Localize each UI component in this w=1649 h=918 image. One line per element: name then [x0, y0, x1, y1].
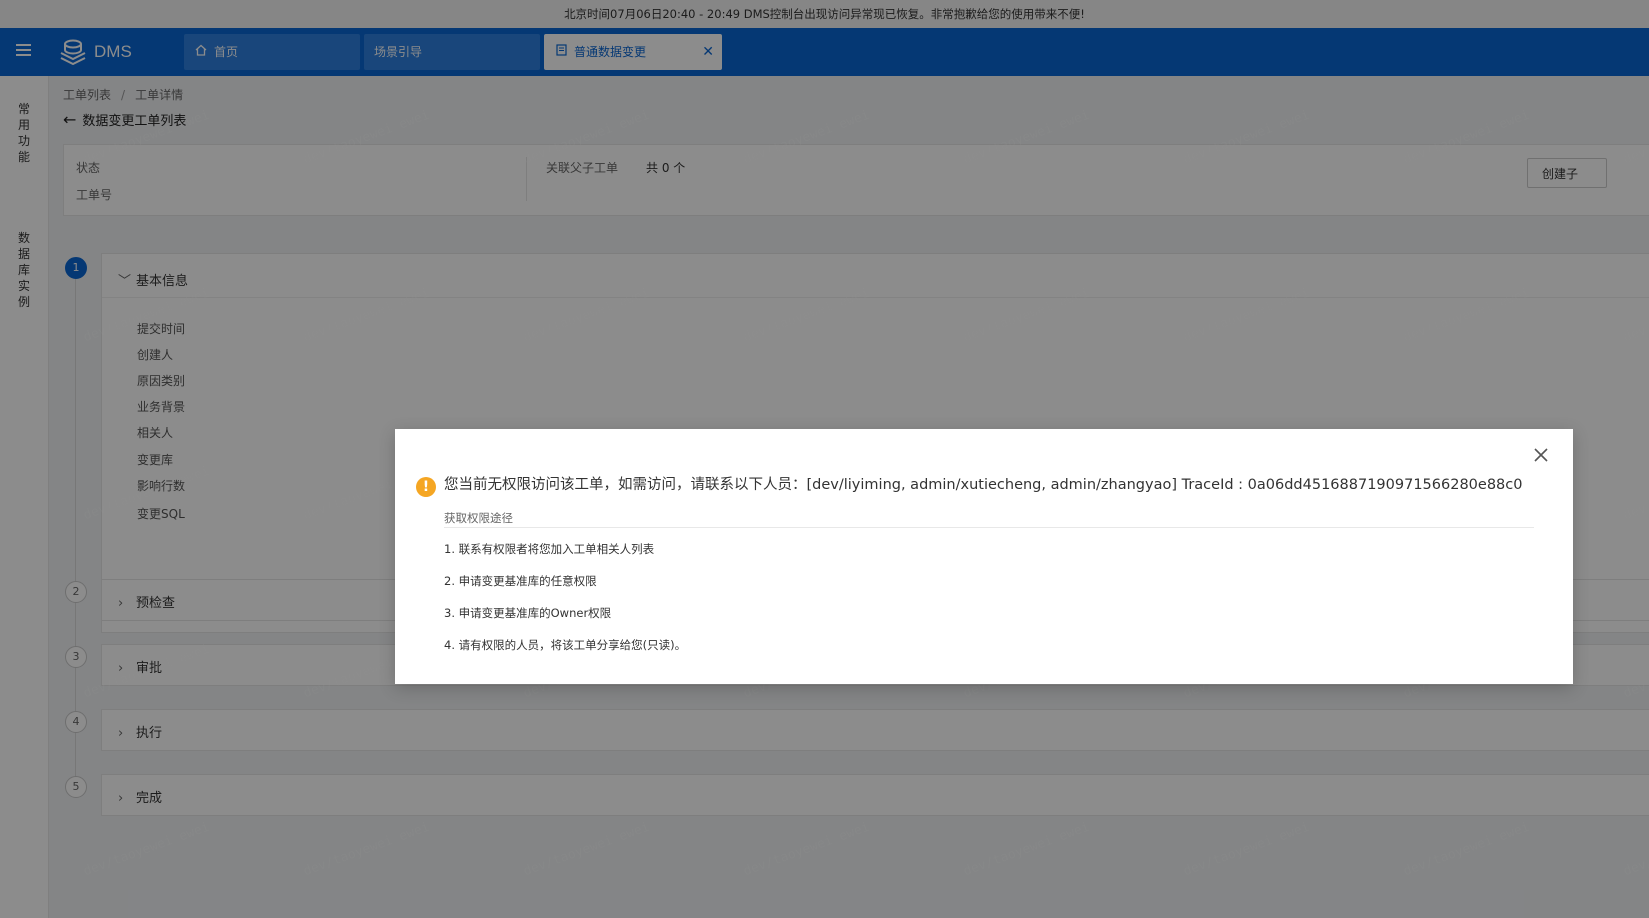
permission-message: 您当前无权限访问该工单，如需访问，请联系以下人员：[dev/liyiming, …: [444, 477, 1523, 493]
access-method-1: 1. 联系有权限者将您加入工单相关人列表: [444, 542, 655, 556]
access-method-4: 4. 请有权限的人员，将该工单分享给您(只读)。: [444, 638, 687, 652]
access-method-2: 2. 申请变更基准库的任意权限: [444, 574, 597, 588]
modal-divider: [444, 527, 1534, 528]
access-methods-title: 获取权限途径: [444, 511, 513, 525]
close-icon[interactable]: [1531, 445, 1551, 465]
permission-denied-modal: ! 您当前无权限访问该工单，如需访问，请联系以下人员：[dev/liyiming…: [395, 429, 1573, 684]
warning-icon: !: [416, 477, 436, 497]
access-method-3: 3. 申请变更基准库的Owner权限: [444, 606, 612, 620]
